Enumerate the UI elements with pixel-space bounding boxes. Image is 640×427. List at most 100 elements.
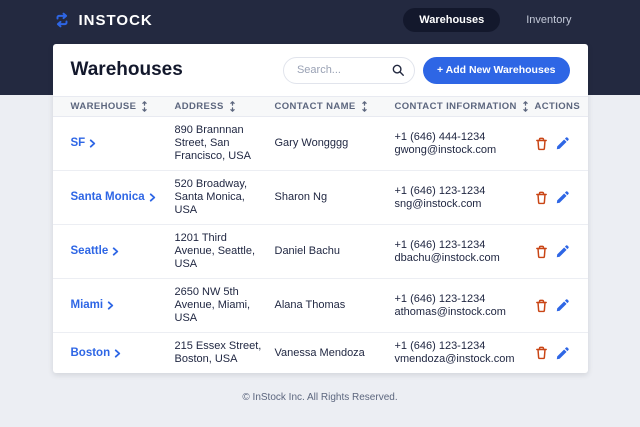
delete-button[interactable]: [535, 346, 549, 361]
edit-button[interactable]: [556, 136, 570, 151]
edit-button[interactable]: [556, 190, 570, 205]
column-header-label: CONTACT INFORMATION: [394, 101, 517, 112]
sync-arrows-icon: [56, 12, 67, 28]
sort-icon[interactable]: [360, 101, 369, 112]
nav-tab-inventory[interactable]: Inventory: [510, 8, 587, 32]
contact-phone: +1 (646) 123-1234: [394, 238, 486, 251]
table-header-row: WAREHOUSE ADDRESS CONTACT NAME CONTACT I…: [52, 96, 588, 117]
brand-name: INSTOCK: [78, 11, 153, 29]
column-header-label: WAREHOUSE: [70, 101, 137, 112]
table-body: SF 890 Brannnan Street, San Francisco, U…: [52, 117, 588, 373]
warehouses-card: Warehouses + Add New Warehouses WAREHOUS…: [52, 44, 588, 373]
edit-button[interactable]: [556, 346, 570, 361]
chevron-right-icon: [149, 193, 155, 202]
brand-logo[interactable]: INSTOCK: [53, 11, 153, 29]
pencil-icon: [556, 245, 569, 258]
contact-name: Alana Thomas: [274, 299, 346, 311]
trash-icon: [536, 346, 547, 360]
table-row: Miami 2650 NW 5th Avenue, Miami, USA Ala…: [52, 279, 588, 333]
contact-information: +1 (646) 444-1234 gwong@instock.com: [395, 124, 535, 164]
contact-email: vmendoza@instock.com: [394, 353, 515, 365]
contact-name: Vanessa Mendoza: [274, 346, 365, 359]
contact-information: +1 (646) 123-1234 vmendoza@instock.com: [395, 333, 535, 373]
warehouse-address: 1201 Third Avenue, Seattle, USA: [174, 232, 256, 270]
row-actions: [535, 291, 570, 320]
column-header-label: CONTACT NAME: [274, 101, 356, 112]
chevron-right-icon: [113, 247, 119, 256]
sort-icon[interactable]: [521, 101, 530, 112]
column-header: ACTIONS: [535, 101, 581, 112]
contact-information: +1 (646) 123-1234 sng@instock.com: [395, 178, 535, 218]
card-header: Warehouses + Add New Warehouses: [53, 44, 588, 96]
delete-button[interactable]: [535, 136, 549, 151]
row-actions: [535, 183, 570, 212]
chevron-right-icon: [107, 301, 114, 310]
delete-button[interactable]: [535, 298, 549, 313]
row-actions: [535, 237, 570, 266]
contact-phone: +1 (646) 123-1234: [394, 184, 486, 197]
delete-button[interactable]: [535, 190, 549, 205]
contact-phone: +1 (646) 123-1234: [394, 340, 486, 352]
delete-button[interactable]: [535, 244, 549, 259]
warehouse-link[interactable]: Boston: [71, 347, 123, 360]
warehouse-address: 520 Broadway, Santa Monica, USA: [174, 178, 248, 216]
warehouse-name: Boston: [70, 346, 111, 359]
table-row: Boston 215 Essex Street, Boston, USA Van…: [53, 333, 588, 373]
contact-name: Daniel Bachu: [274, 245, 340, 257]
column-header[interactable]: CONTACT INFORMATION: [395, 101, 535, 112]
warehouse-name: Miami: [70, 299, 104, 311]
table-row: Santa Monica 520 Broadway, Santa Monica,…: [52, 171, 588, 225]
chevron-right-icon: [90, 139, 96, 148]
pencil-icon: [556, 137, 569, 150]
column-header-label: ADDRESS: [174, 101, 224, 112]
add-new-warehouses-button[interactable]: + Add New Warehouses: [422, 56, 570, 84]
warehouse-link[interactable]: Miami: [71, 299, 116, 312]
column-header[interactable]: WAREHOUSE: [71, 101, 175, 112]
trash-icon: [536, 245, 547, 258]
chevron-right-icon: [114, 348, 121, 358]
row-actions: [535, 129, 570, 158]
contact-email: athomas@instock.com: [394, 305, 506, 318]
pencil-icon: [556, 299, 569, 312]
page-title: Warehouses: [70, 59, 183, 80]
contact-email: gwong@instock.com: [394, 143, 497, 156]
trash-icon: [536, 299, 547, 312]
pencil-icon: [556, 191, 569, 204]
contact-phone: +1 (646) 444-1234: [394, 130, 486, 143]
sort-icon[interactable]: [228, 101, 237, 112]
edit-button[interactable]: [556, 244, 570, 259]
top-navigation-bar: INSTOCK Warehouses Inventory: [0, 0, 640, 40]
contact-information: +1 (646) 123-1234 athomas@instock.com: [395, 286, 535, 326]
sort-icon[interactable]: [140, 101, 149, 112]
warehouse-link[interactable]: Seattle: [71, 245, 121, 258]
contact-name: Sharon Ng: [274, 191, 328, 203]
trash-icon: [536, 137, 547, 150]
contact-name: Gary Wongggg: [274, 137, 349, 149]
contact-email: dbachu@instock.com: [394, 251, 500, 264]
pencil-icon: [556, 346, 569, 359]
nav-tab-warehouses[interactable]: Warehouses: [403, 8, 501, 32]
contact-information: +1 (646) 123-1234 dbachu@instock.com: [395, 232, 535, 272]
warehouse-address: 215 Essex Street, Boston, USA: [174, 340, 262, 365]
table-row: SF 890 Brannnan Street, San Francisco, U…: [52, 117, 588, 171]
row-actions: [535, 339, 570, 368]
trash-icon: [536, 191, 547, 204]
warehouse-address: 890 Brannnan Street, San Francisco, USA: [174, 124, 251, 162]
warehouse-name: Santa Monica: [70, 191, 145, 203]
contact-email: sng@instock.com: [394, 197, 482, 210]
main-nav: Warehouses Inventory: [403, 8, 587, 32]
warehouse-link[interactable]: SF: [71, 137, 98, 150]
search-field-wrap: [282, 56, 415, 84]
warehouse-link[interactable]: Santa Monica: [71, 191, 157, 204]
footer-copyright: © InStock Inc. All Rights Reserved.: [242, 392, 398, 403]
column-header[interactable]: CONTACT NAME: [275, 101, 395, 112]
warehouse-name: Seattle: [70, 245, 109, 257]
column-header[interactable]: ADDRESS: [175, 101, 275, 112]
column-header-label: ACTIONS: [534, 101, 581, 112]
table-row: Seattle 1201 Third Avenue, Seattle, USA …: [52, 225, 588, 279]
edit-button[interactable]: [556, 298, 570, 313]
warehouse-name: SF: [70, 137, 86, 149]
search-icon: [392, 64, 404, 76]
contact-phone: +1 (646) 123-1234: [394, 292, 486, 305]
warehouse-address: 2650 NW 5th Avenue, Miami, USA: [174, 286, 251, 324]
